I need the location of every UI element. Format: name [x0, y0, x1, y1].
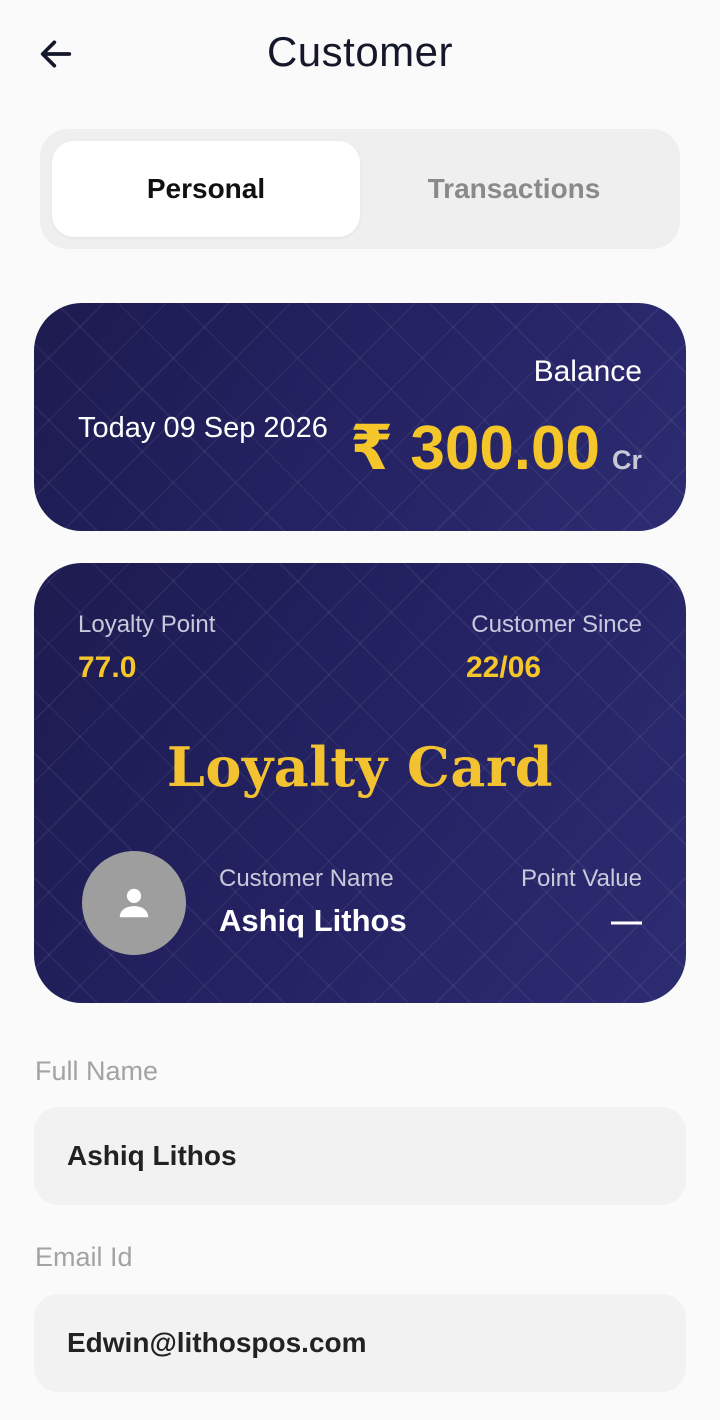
loyalty-point-label: Loyalty Point — [78, 611, 216, 638]
balance-label: Balance — [533, 355, 642, 388]
email-label: Email Id — [35, 1242, 133, 1272]
loyalty-point-value: 77.0 — [78, 651, 137, 684]
app-header: Customer — [0, 0, 720, 106]
person-icon — [119, 888, 149, 918]
email-input[interactable] — [67, 1327, 686, 1359]
full-name-label: Full Name — [35, 1056, 159, 1086]
tab-personal[interactable]: Personal — [52, 141, 360, 237]
full-name-field-box — [34, 1107, 686, 1205]
full-name-input[interactable] — [67, 1140, 686, 1172]
balance-suffix: Cr — [611, 445, 642, 475]
tab-bar: Personal Transactions — [40, 129, 680, 249]
loyalty-card-title: Loyalty Card — [166, 735, 554, 799]
balance-amount: ₹ 300.00 Cr — [350, 411, 642, 484]
tab-transactions[interactable]: Transactions — [360, 141, 668, 237]
balance-amount-value: ₹ 300.00 — [349, 414, 600, 483]
avatar — [82, 851, 186, 955]
customer-name-label: Customer Name — [219, 865, 394, 892]
balance-date: Today 09 Sep 2026 — [78, 412, 328, 444]
customer-name-value: Ashiq Lithos — [219, 903, 407, 938]
customer-since-label: Customer Since — [471, 611, 642, 638]
loyalty-card: Loyalty Point 77.0 Customer Since 22/06 … — [34, 563, 686, 1003]
email-field-box — [34, 1294, 686, 1392]
point-value-label: Point Value — [521, 865, 642, 892]
balance-card: Balance Today 09 Sep 2026 ₹ 300.00 Cr — [34, 303, 686, 531]
page-title: Customer — [266, 28, 454, 75]
customer-since-value: 22/06 — [466, 651, 542, 684]
point-value-value: — — [611, 903, 642, 938]
